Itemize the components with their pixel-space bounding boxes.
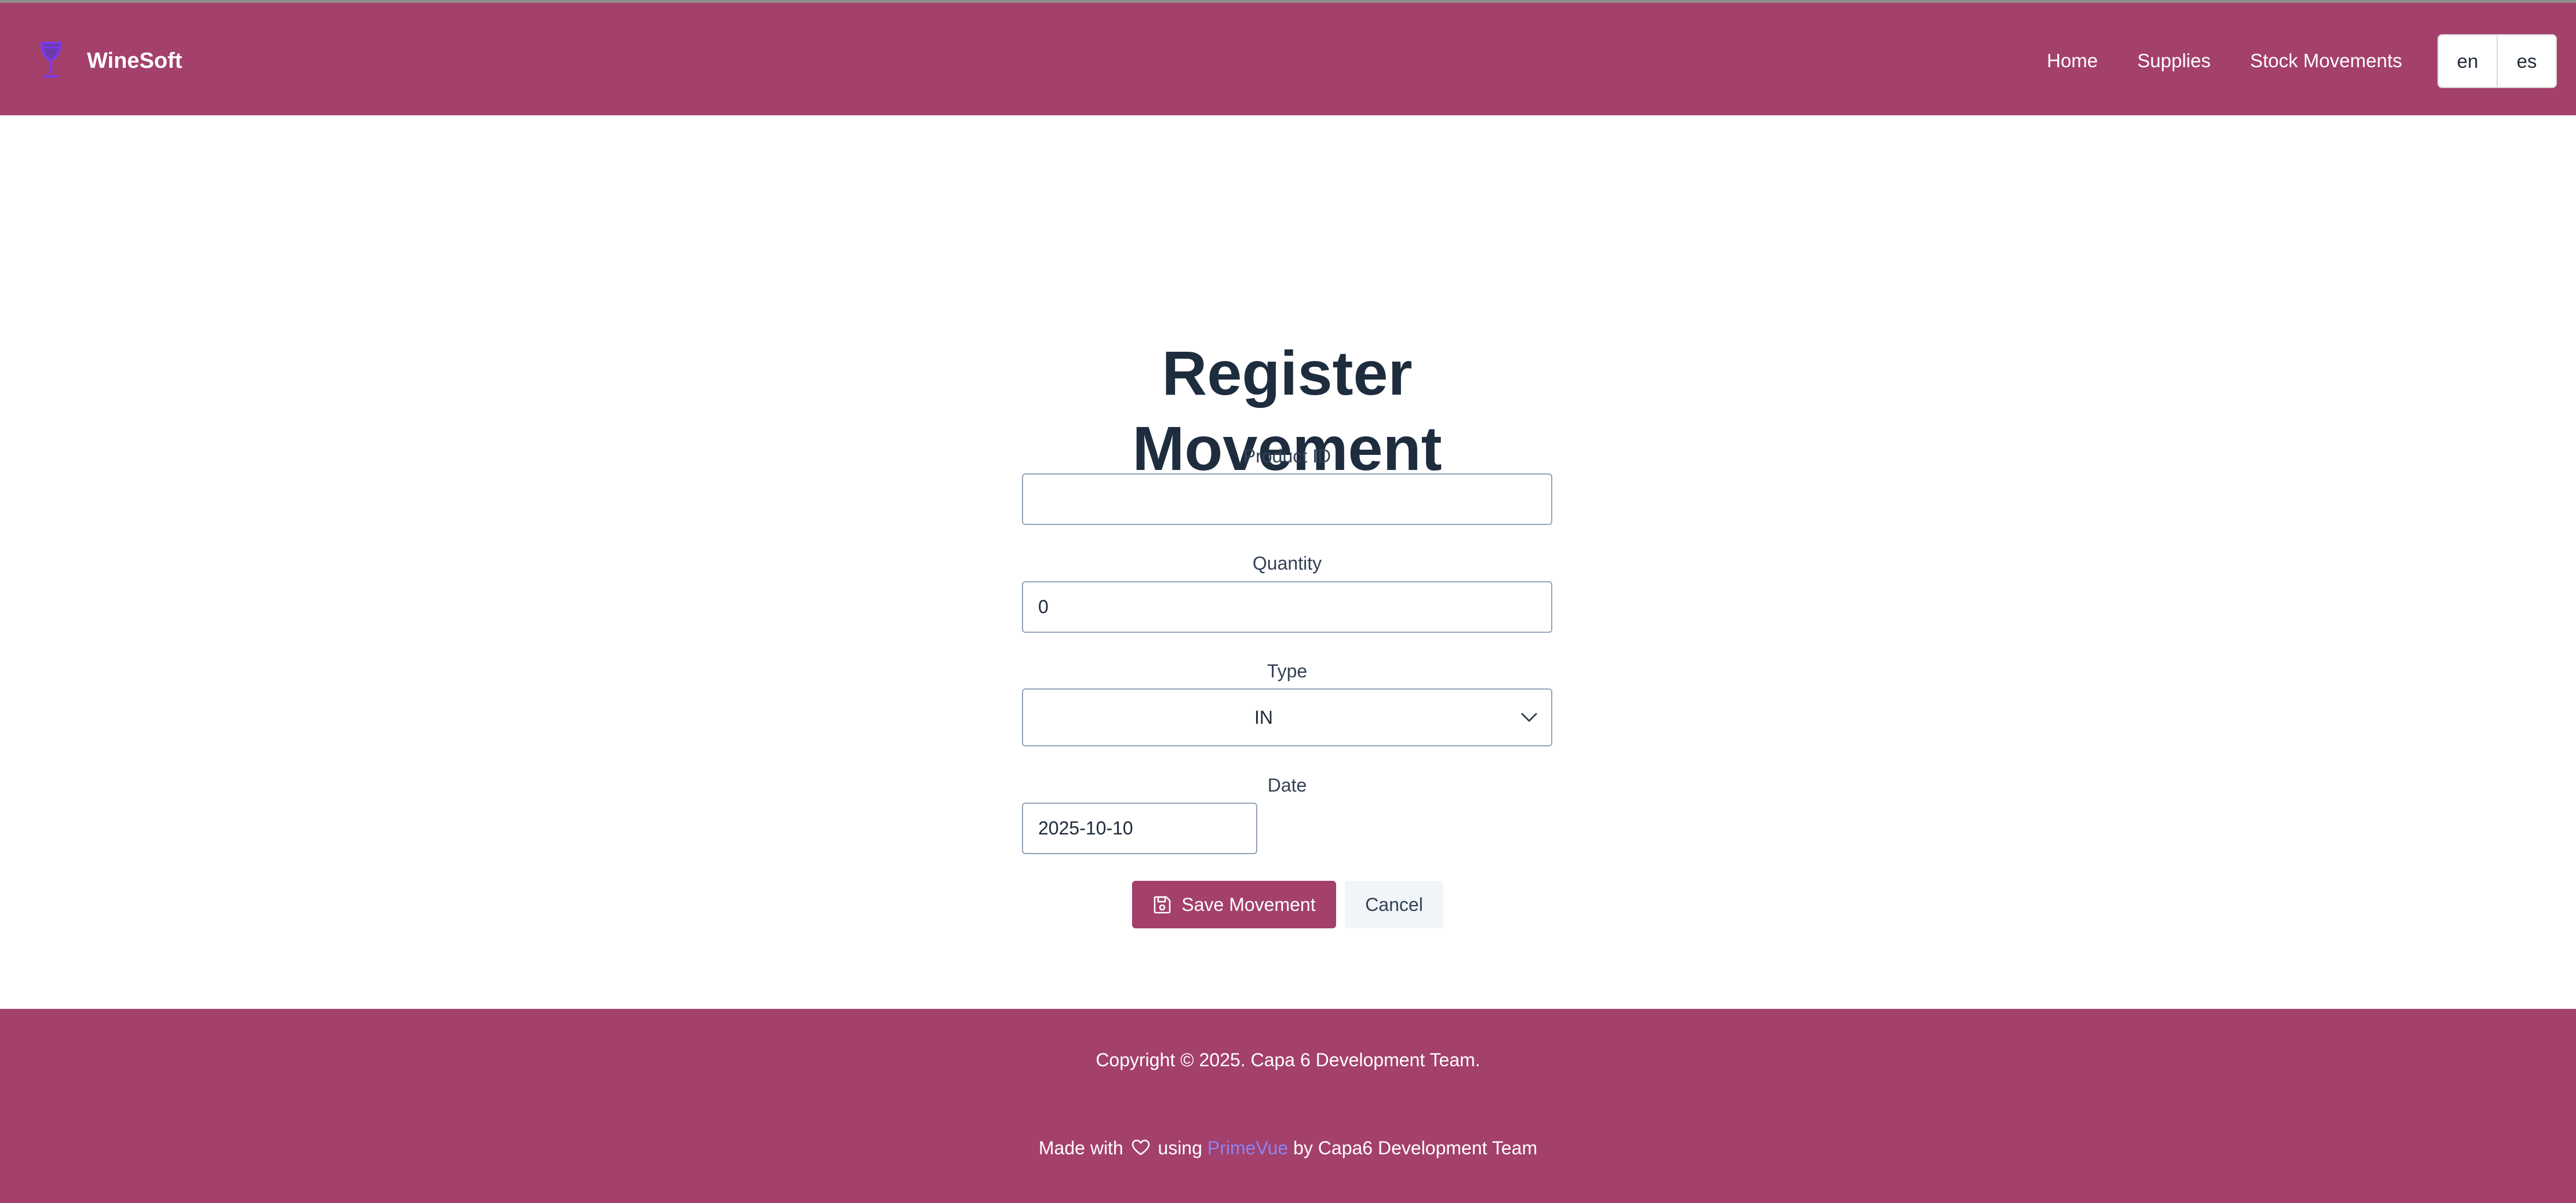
nav-stock-movements[interactable]: Stock Movements [2250,41,2402,81]
type-label: Type [1267,661,1308,681]
save-movement-label: Save Movement [1181,894,1316,915]
save-icon [1154,896,1171,914]
heart-icon [1131,1139,1149,1155]
made-with-suffix: by Capa6 Development Team [1293,1138,1538,1158]
quantity-input[interactable] [1022,581,1552,633]
date-label: Date [1267,775,1307,796]
quantity-label: Quantity [1252,553,1322,574]
primevue-link[interactable]: PrimeVue [1207,1138,1288,1158]
page: WineSoft Home Supplies Stock Movements e… [0,0,2576,1203]
main-nav: Home Supplies Stock Movements [2047,41,2402,81]
nav-supplies[interactable]: Supplies [2137,41,2211,81]
made-with-using: using [1158,1138,1203,1158]
brand[interactable]: WineSoft [34,41,182,81]
wine-glass-icon [40,42,62,78]
type-select[interactable]: IN [1022,688,1552,746]
date-input[interactable] [1022,803,1257,854]
app-header: WineSoft Home Supplies Stock Movements e… [0,3,2576,115]
nav-home[interactable]: Home [2047,41,2098,81]
made-with-line: Made with using PrimeVue by Capa6 Develo… [0,1135,2576,1161]
copyright-text: Copyright © 2025. Capa 6 Development Tea… [1096,1049,1480,1070]
language-es-button[interactable]: es [2497,35,2556,87]
language-en-button[interactable]: en [2439,35,2497,87]
main-content: Register Movement Product ID Quantity Ty… [0,115,2576,1009]
app-footer: Copyright © 2025. Capa 6 Development Tea… [0,1009,2576,1203]
product-id-input[interactable] [1022,473,1552,525]
brand-name: WineSoft [87,49,183,73]
form-actions: Save Movement Cancel [1022,881,1552,928]
type-select-value: IN [1254,706,1273,728]
made-with-prefix: Made with [1038,1138,1123,1158]
save-movement-button[interactable]: Save Movement [1132,881,1336,928]
product-id-label: Product ID [1243,446,1331,466]
chevron-down-icon [1521,713,1537,722]
language-switcher: en es [2437,34,2557,88]
cancel-button[interactable]: Cancel [1345,881,1443,928]
